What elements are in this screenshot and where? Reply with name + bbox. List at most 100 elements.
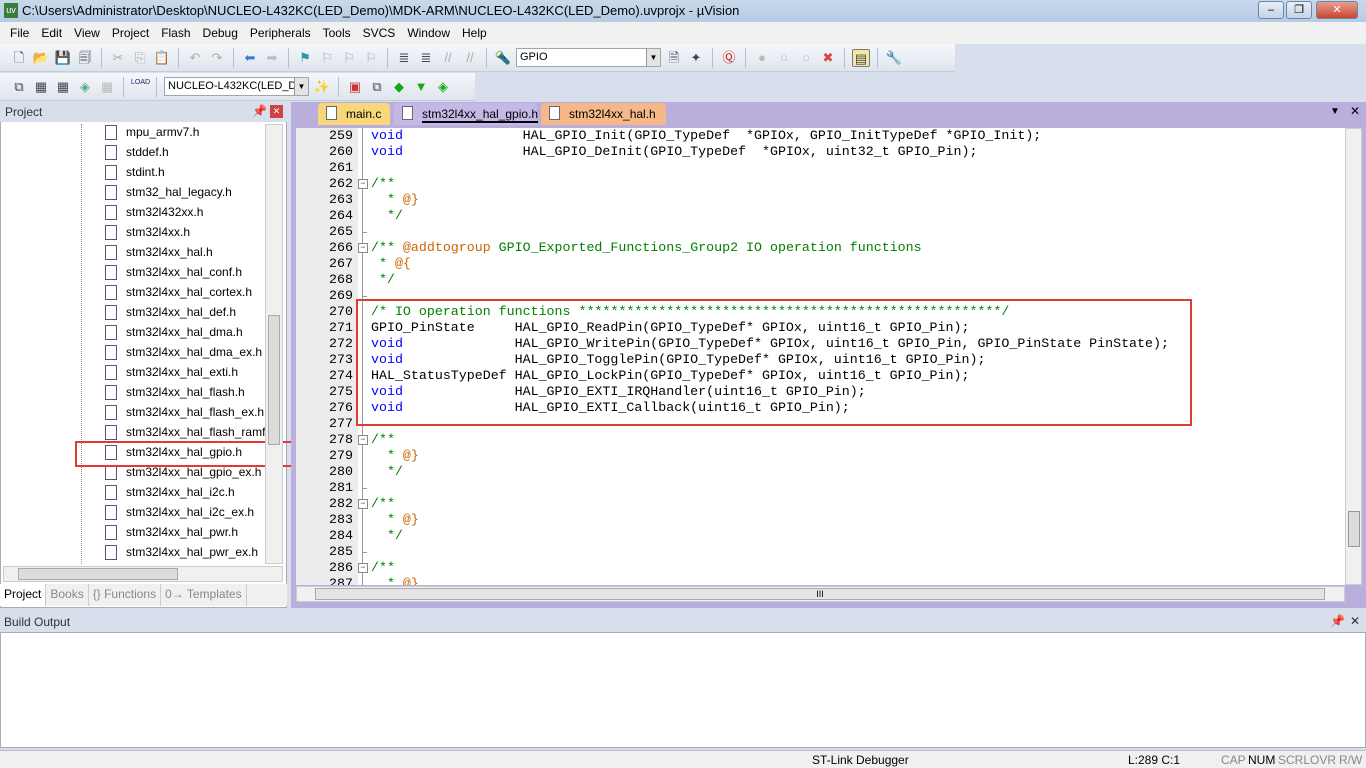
- rte-icon[interactable]: ◈: [434, 78, 452, 96]
- find-in-files-icon[interactable]: 🔦: [494, 49, 512, 67]
- close-panel-icon[interactable]: ✕: [270, 105, 283, 118]
- build-output-pane[interactable]: [0, 632, 1366, 748]
- tree-file-item[interactable]: stm32l4xx_hal_def.h: [105, 302, 236, 322]
- debug-session-icon[interactable]: Ⓠ: [720, 49, 738, 67]
- open-folder-icon[interactable]: 📂: [32, 49, 50, 67]
- menu-debug[interactable]: Debug: [197, 26, 244, 40]
- tree-file-item[interactable]: mpu_armv7.h: [105, 122, 199, 142]
- new-file-icon[interactable]: 🗋: [10, 49, 28, 67]
- fold-toggle-icon[interactable]: −: [358, 499, 368, 509]
- disable-all-breakpoints-icon[interactable]: ○: [797, 49, 815, 67]
- editor-tab[interactable]: main.c: [318, 103, 390, 125]
- comment-icon[interactable]: //: [439, 49, 457, 67]
- close-tab-icon[interactable]: ✕: [1350, 104, 1360, 118]
- menu-edit[interactable]: Edit: [35, 26, 68, 40]
- find-icon[interactable]: 🗎: [665, 49, 683, 67]
- fold-toggle-icon[interactable]: −: [358, 563, 368, 573]
- save-all-icon[interactable]: 🗐: [76, 49, 94, 67]
- project-vscrollbar[interactable]: [265, 124, 283, 564]
- uncomment-icon[interactable]: //: [461, 49, 479, 67]
- breakpoint-icon[interactable]: ●: [753, 49, 771, 67]
- editor-tab[interactable]: stm32l4xx_hal.h: [541, 103, 666, 125]
- tab-list-dropdown-icon[interactable]: ▼: [1330, 106, 1340, 117]
- tree-file-item[interactable]: stm32l4xx_hal_pwr_ex.h: [105, 542, 258, 562]
- menu-project[interactable]: Project: [106, 26, 155, 40]
- menu-peripherals[interactable]: Peripherals: [244, 26, 317, 40]
- chevron-down-icon[interactable]: ▼: [646, 49, 660, 66]
- close-panel-icon[interactable]: ✕: [1350, 614, 1360, 628]
- paste-icon[interactable]: 📋: [153, 49, 171, 67]
- manage-project-items-icon[interactable]: ⧉: [368, 78, 386, 96]
- tree-file-item[interactable]: stm32l4xx_hal_flash.h: [105, 382, 245, 402]
- menu-help[interactable]: Help: [456, 26, 493, 40]
- disable-breakpoint-icon[interactable]: ○: [775, 49, 793, 67]
- editor-vscrollbar[interactable]: [1345, 128, 1362, 585]
- select-packs-icon[interactable]: ▼: [412, 78, 430, 96]
- tree-file-item[interactable]: stm32l432xx.h: [105, 202, 203, 222]
- fold-toggle-icon[interactable]: −: [358, 243, 368, 253]
- next-bookmark-icon[interactable]: ⚐: [340, 49, 358, 67]
- fold-toggle-icon[interactable]: −: [358, 179, 368, 189]
- indent-icon[interactable]: ≣: [395, 49, 413, 67]
- chevron-down-icon[interactable]: ▼: [294, 78, 308, 95]
- tree-file-item[interactable]: stm32l4xx_hal_i2c.h: [105, 482, 235, 502]
- tree-file-item[interactable]: stm32l4xx_hal_dma.h: [105, 322, 243, 342]
- pin-icon[interactable]: 📌: [1330, 614, 1345, 628]
- menu-flash[interactable]: Flash: [155, 26, 196, 40]
- nav-back-icon[interactable]: ⬅: [241, 49, 259, 67]
- tree-file-item[interactable]: stddef.h: [105, 142, 169, 162]
- menu-file[interactable]: File: [4, 26, 35, 40]
- tree-file-item[interactable]: stm32l4xx_hal_i2c_ex.h: [105, 502, 254, 522]
- tree-file-item[interactable]: stm32l4xx_hal_exti.h: [105, 362, 238, 382]
- project-hscrollbar[interactable]: [3, 566, 283, 582]
- tree-file-item[interactable]: stm32l4xx_hal_conf.h: [105, 262, 242, 282]
- configure-icon[interactable]: 🔧: [885, 49, 903, 67]
- translate-icon[interactable]: ⧉: [10, 78, 28, 96]
- nav-forward-icon[interactable]: ➡: [263, 49, 281, 67]
- tree-file-item[interactable]: stm32l4xx_hal_cortex.h: [105, 282, 252, 302]
- save-icon[interactable]: 💾: [54, 49, 72, 67]
- rebuild-icon[interactable]: ▦: [54, 78, 72, 96]
- stop-build-icon[interactable]: ▦: [98, 78, 116, 96]
- maximize-button[interactable]: ❐: [1286, 1, 1312, 19]
- target-options-icon[interactable]: ✨: [313, 78, 331, 96]
- tree-file-item[interactable]: stm32l4xx_hal_dma_ex.h: [105, 342, 262, 362]
- scroll-thumb[interactable]: [1348, 511, 1360, 547]
- menu-view[interactable]: View: [68, 26, 106, 40]
- pack-installer-icon[interactable]: ◆: [390, 78, 408, 96]
- fold-toggle-icon[interactable]: −: [358, 435, 368, 445]
- tab-templates[interactable]: 0→ Templates: [161, 584, 247, 606]
- window-layout-icon[interactable]: ▤: [852, 48, 870, 67]
- editor-tab[interactable]: stm32l4xx_hal_gpio.h: [394, 103, 539, 125]
- tree-file-item[interactable]: stm32l4xx_hal.h: [105, 242, 213, 262]
- cut-icon[interactable]: ✂: [109, 49, 127, 67]
- tab-functions[interactable]: {} Functions: [89, 584, 162, 606]
- unindent-icon[interactable]: ≣: [417, 49, 435, 67]
- build-icon[interactable]: ▦: [32, 78, 50, 96]
- close-button[interactable]: ✕: [1316, 1, 1358, 19]
- tab-books[interactable]: Books: [46, 584, 89, 606]
- clear-bookmarks-icon[interactable]: ⚐: [362, 49, 380, 67]
- manage-components-icon[interactable]: ▣: [346, 78, 364, 96]
- prev-bookmark-icon[interactable]: ⚐: [318, 49, 336, 67]
- find-combo[interactable]: GPIO ▼: [516, 48, 661, 67]
- menu-tools[interactable]: Tools: [317, 26, 357, 40]
- editor-hscrollbar[interactable]: III: [296, 586, 1345, 602]
- menu-svcs[interactable]: SVCS: [357, 26, 402, 40]
- scroll-thumb[interactable]: III: [315, 588, 1325, 600]
- tree-file-item[interactable]: stdint.h: [105, 162, 165, 182]
- tree-file-item[interactable]: stm32_hal_legacy.h: [105, 182, 232, 202]
- scroll-thumb[interactable]: [18, 568, 178, 580]
- incremental-find-icon[interactable]: ✦: [687, 49, 705, 67]
- scroll-thumb[interactable]: [268, 315, 280, 445]
- target-select[interactable]: NUCLEO-L432KC(LED_Der ▼: [164, 77, 309, 96]
- redo-icon[interactable]: ↷: [208, 49, 226, 67]
- batch-build-icon[interactable]: ◈: [76, 78, 94, 96]
- kill-breakpoints-icon[interactable]: ✖: [819, 49, 837, 67]
- bookmark-icon[interactable]: ⚑: [296, 49, 314, 67]
- tab-project[interactable]: Project: [0, 584, 47, 606]
- tree-file-item[interactable]: stm32l4xx_hal_flash_ramfu: [105, 422, 272, 442]
- minimize-button[interactable]: –: [1258, 1, 1284, 19]
- undo-icon[interactable]: ↶: [186, 49, 204, 67]
- pin-icon[interactable]: 📌: [252, 104, 267, 118]
